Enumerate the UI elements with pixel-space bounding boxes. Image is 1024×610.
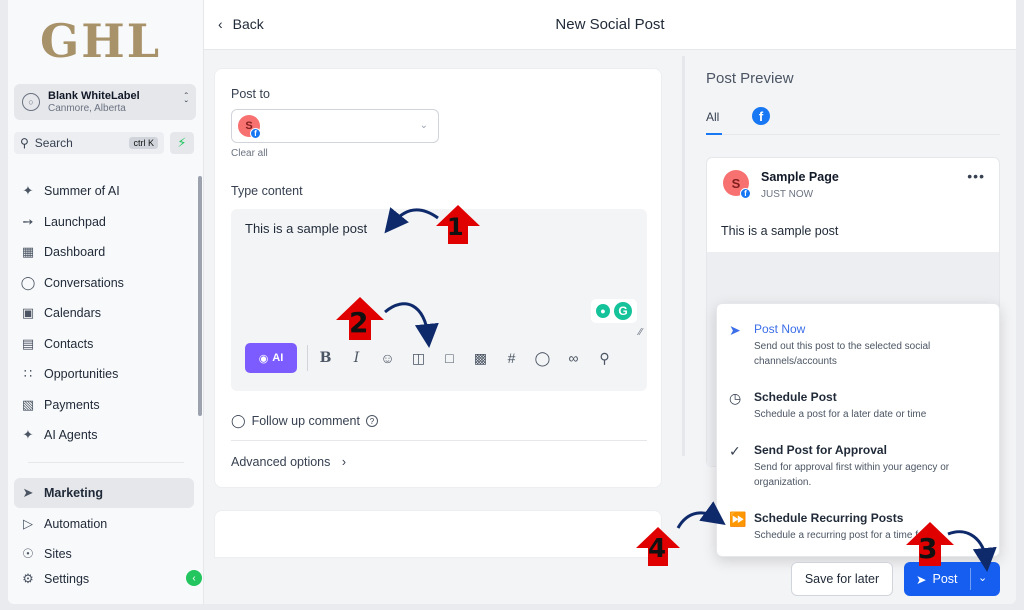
annotation-arrow-3	[947, 530, 997, 572]
annotation-number-4: 4	[648, 534, 667, 564]
annotation-number-3: 3	[918, 532, 938, 565]
annotation-arrow-1	[384, 207, 439, 234]
annotation-number-2: 2	[349, 306, 369, 339]
annotation-overlay	[336, 205, 997, 572]
annotation-arrow-2	[384, 302, 439, 348]
annotation-number-1: 1	[447, 213, 464, 241]
annotation-arrow-4	[676, 501, 726, 529]
